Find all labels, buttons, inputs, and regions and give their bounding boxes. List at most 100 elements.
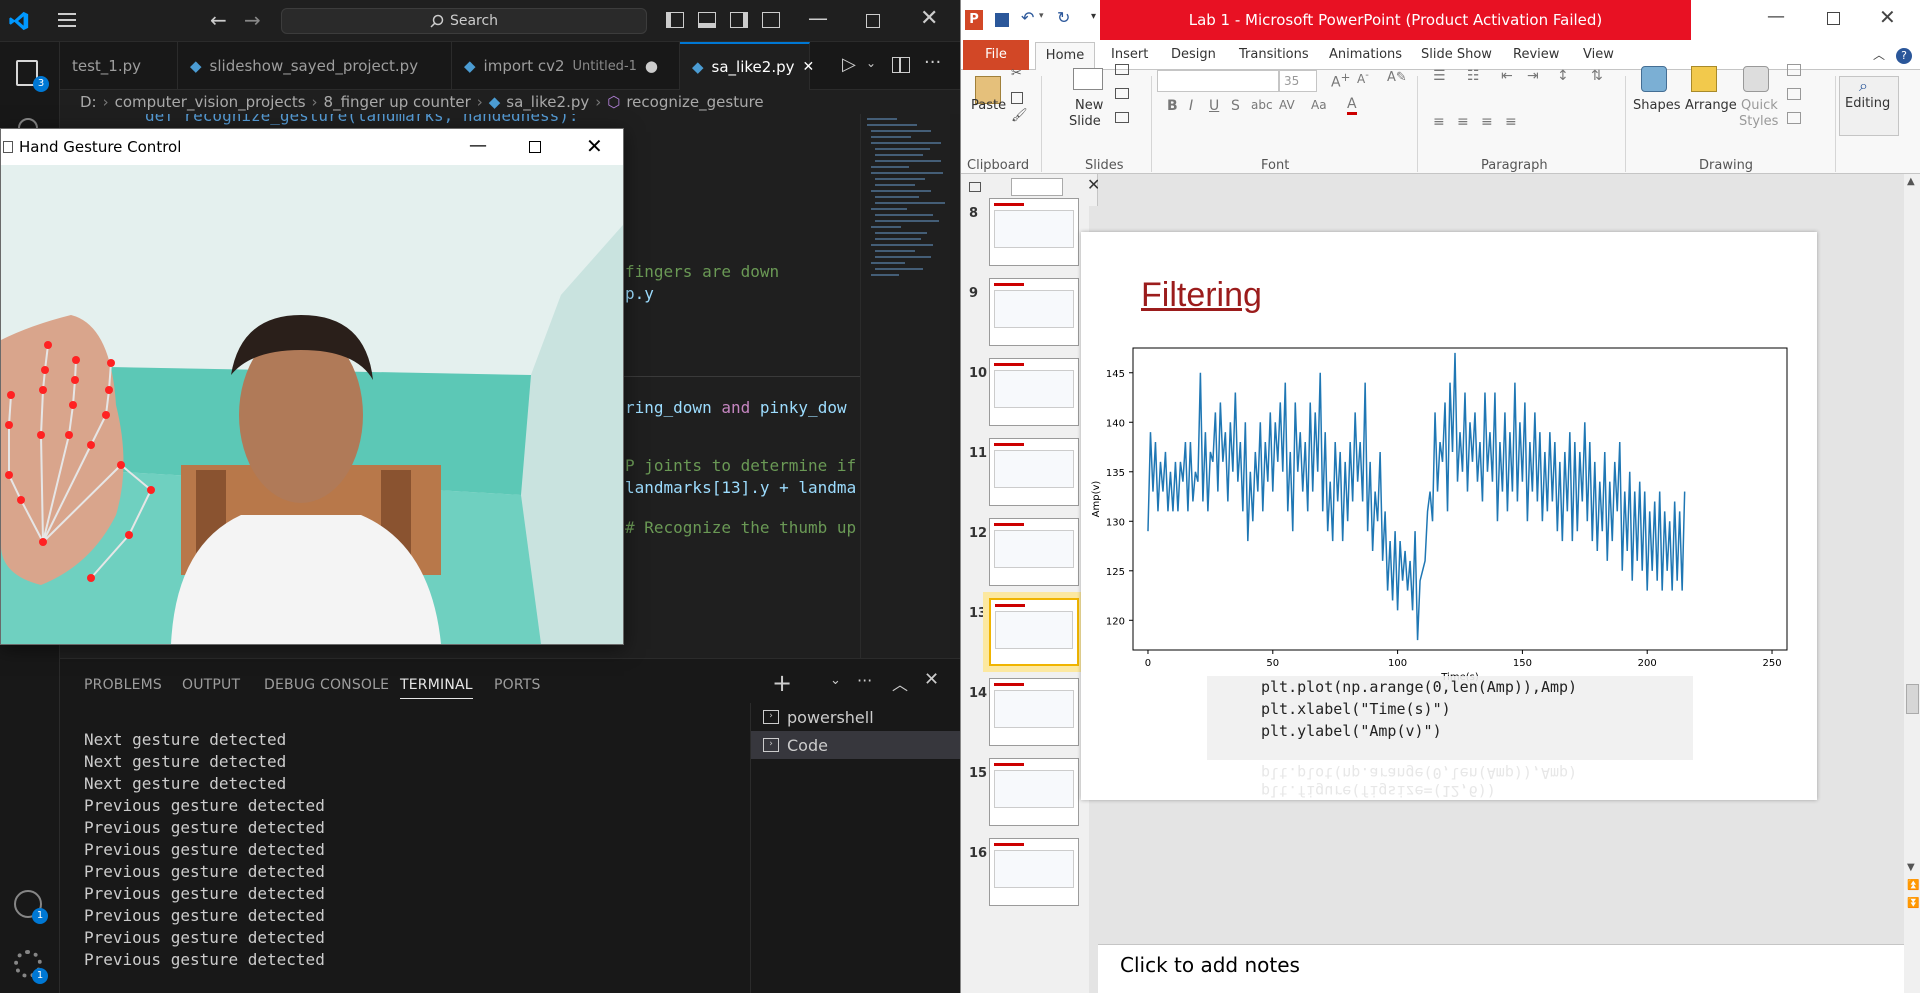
numbering-icon[interactable]: ☷ (1467, 68, 1480, 84)
align-left-icon[interactable]: ≡ (1433, 114, 1445, 130)
maximize-icon[interactable] (529, 141, 541, 153)
quick-styles-line2[interactable]: Styles (1739, 114, 1778, 129)
back-arrow-icon[interactable]: ← (210, 8, 227, 32)
toggle-panel-icon[interactable] (698, 12, 716, 28)
arrange-button[interactable]: Arrange (1685, 98, 1737, 113)
tab-terminal[interactable]: TERMINAL (400, 677, 473, 699)
split-editor-icon[interactable] (892, 57, 910, 73)
font-size-select[interactable]: 35 (1279, 70, 1317, 92)
layout-icon[interactable] (1115, 64, 1129, 75)
maximize-icon[interactable] (1827, 12, 1840, 25)
text-direction-icon[interactable]: ⇅ (1591, 68, 1603, 84)
tab-review[interactable]: Review (1513, 47, 1559, 62)
code-snippet-box[interactable]: plt.plot(np.arange(0,len(Amp)),Amp) plt.… (1207, 676, 1693, 760)
font-color-icon[interactable]: A (1347, 96, 1357, 115)
shrink-font-icon[interactable]: A- (1357, 70, 1369, 86)
arrange-icon[interactable] (1691, 66, 1717, 92)
terminal-output[interactable]: Next gesture detected Next gesture detec… (84, 729, 325, 971)
tab-view[interactable]: View (1583, 47, 1614, 62)
new-slide-button-line1[interactable]: New (1075, 98, 1103, 113)
paste-button[interactable]: Paste (971, 98, 1006, 113)
slide-thumbnail[interactable] (989, 518, 1079, 586)
slide-canvas[interactable]: Filtering 0 50 100 150 200 250 120 125 130 135 140… (1081, 232, 1817, 800)
slide-editing-area[interactable]: Filtering 0 50 100 150 200 250 120 125 130 135 140… (1081, 174, 1904, 944)
slide-thumbnail[interactable] (989, 198, 1079, 266)
shapes-icon[interactable] (1641, 66, 1667, 92)
previous-slide-icon[interactable]: ⏫ (1907, 880, 1919, 891)
breadcrumb-item[interactable]: 8_finger up counter (324, 93, 471, 111)
maximize-panel-icon[interactable]: ︿ (892, 671, 908, 695)
new-slide-icon[interactable] (1073, 68, 1103, 90)
tab-import-cv2-untitled[interactable]: ◆ import cv2 Untitled-1 ● (452, 42, 680, 90)
format-painter-icon[interactable]: 🖌 (1011, 108, 1028, 123)
font-family-select[interactable] (1157, 70, 1279, 92)
breadcrumb-item[interactable]: recognize_gesture (626, 93, 763, 111)
terminal-dropdown-icon[interactable]: ⌄ (830, 673, 841, 688)
close-panel-icon[interactable]: ✕ (924, 669, 939, 690)
tab-design[interactable]: Design (1171, 47, 1216, 62)
grow-font-icon[interactable]: A+ (1331, 70, 1350, 91)
forward-arrow-icon[interactable]: → (244, 8, 261, 32)
help-icon[interactable]: ? (1896, 48, 1912, 64)
tab-problems[interactable]: PROBLEMS (84, 677, 162, 693)
line-spacing-icon[interactable]: ↕ (1557, 68, 1569, 84)
slide-thumbnail[interactable] (989, 758, 1079, 826)
text-shadow-icon[interactable]: abc (1251, 98, 1273, 112)
breadcrumb-item[interactable]: computer_vision_projects (115, 93, 306, 111)
slide-thumbnail[interactable] (989, 438, 1079, 506)
breadcrumb-item[interactable]: sa_like2.py (506, 93, 589, 111)
toggle-sidebar-icon[interactable] (666, 12, 684, 28)
close-icon[interactable]: ✕ (920, 6, 938, 31)
decrease-indent-icon[interactable]: ⇤ (1501, 68, 1513, 84)
outline-tab-icon[interactable] (969, 182, 981, 192)
redo-icon[interactable]: ↻ (1057, 8, 1070, 27)
shape-fill-icon[interactable] (1787, 64, 1801, 76)
slide-thumbnail[interactable] (989, 838, 1079, 906)
underline-icon[interactable]: U (1209, 98, 1219, 114)
center-icon[interactable]: ≡ (1457, 114, 1469, 130)
scroll-up-icon[interactable]: ▲ (1907, 176, 1915, 187)
copy-icon[interactable] (1011, 92, 1023, 104)
terminal-item-powershell[interactable]: › powershell (751, 703, 960, 731)
minimize-ribbon-icon[interactable]: ︿ (1873, 46, 1885, 63)
clear-formatting-icon[interactable]: A✎ (1387, 70, 1407, 85)
italic-icon[interactable]: I (1189, 98, 1193, 114)
strikethrough-icon[interactable]: S (1231, 98, 1240, 114)
run-dropdown-icon[interactable]: ⌄ (866, 56, 876, 70)
minimize-icon[interactable]: — (1767, 6, 1785, 27)
shape-outline-icon[interactable] (1787, 88, 1801, 100)
editing-button[interactable]: Editing (1845, 96, 1890, 111)
command-search-box[interactable]: Search (281, 8, 647, 34)
tab-home[interactable]: Home (1035, 42, 1095, 71)
minimap[interactable] (860, 114, 950, 658)
tab-output[interactable]: OUTPUT (182, 677, 240, 693)
undo-icon[interactable]: ↶ (1021, 8, 1034, 27)
bold-icon[interactable]: B (1167, 98, 1178, 114)
shape-effects-icon[interactable] (1787, 112, 1801, 124)
toggle-secondary-sidebar-icon[interactable] (730, 12, 748, 28)
quick-styles-icon[interactable] (1743, 66, 1769, 92)
slide-thumbnail[interactable] (989, 358, 1079, 426)
close-tab-icon[interactable]: ✕ (802, 59, 814, 75)
more-actions-icon[interactable]: ··· (924, 52, 941, 73)
slide-title[interactable]: Filtering (1141, 276, 1262, 315)
quick-styles-line1[interactable]: Quick (1741, 98, 1778, 113)
maximize-icon[interactable] (866, 14, 880, 28)
tab-animations[interactable]: Animations (1329, 47, 1402, 62)
slides-tab-icon[interactable] (1011, 178, 1063, 196)
next-slide-icon[interactable]: ⏬ (1907, 898, 1919, 909)
tab-ports[interactable]: PORTS (494, 677, 541, 693)
menu-icon[interactable] (58, 13, 76, 27)
slide-thumbnail[interactable] (983, 592, 1085, 672)
customize-qat-icon[interactable]: ▾ (1091, 11, 1096, 22)
scroll-down-icon[interactable]: ▼ (1907, 862, 1915, 873)
hand-window-title-bar[interactable]: Hand Gesture Control — ✕ (1, 129, 623, 165)
change-case-icon[interactable]: Aa (1311, 98, 1327, 112)
tab-slide-show[interactable]: Slide Show (1421, 47, 1492, 62)
panel-more-icon[interactable]: ··· (857, 671, 872, 690)
section-icon[interactable] (1115, 112, 1129, 123)
reset-icon[interactable] (1115, 88, 1129, 99)
slide-vertical-scrollbar[interactable]: ▲ ▼ ⏫ ⏬ (1904, 174, 1920, 993)
tab-debug-console[interactable]: DEBUG CONSOLE (264, 677, 389, 693)
tab-transitions[interactable]: Transitions (1239, 47, 1309, 62)
